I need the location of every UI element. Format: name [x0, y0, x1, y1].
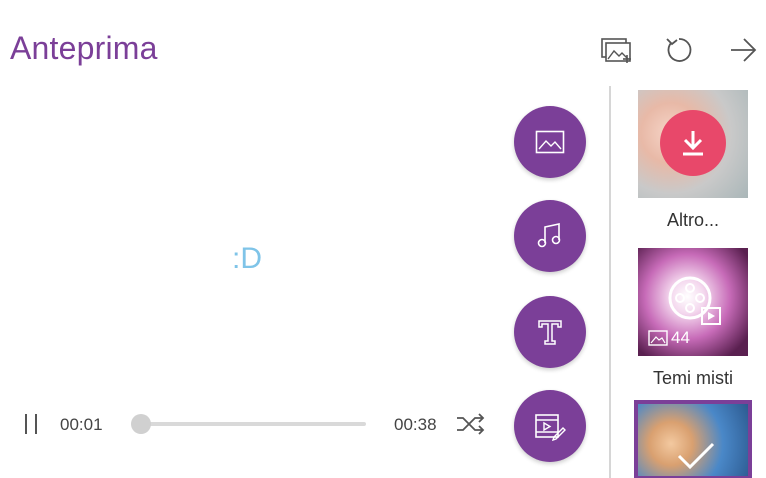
arrow-right-icon: [731, 38, 757, 62]
theme-item-selected[interactable]: [634, 400, 752, 478]
add-photo-icon: [601, 38, 631, 63]
photo-count-value: 44: [671, 328, 690, 347]
refresh-button[interactable]: [662, 34, 696, 66]
theme-item-temi-misti[interactable]: 44 Temi misti: [638, 248, 748, 389]
theme-thumbnail: 44: [638, 248, 748, 356]
video-edit-icon: [535, 414, 566, 441]
photo-icon: [648, 330, 668, 346]
add-music-button[interactable]: [514, 200, 586, 272]
download-button[interactable]: [660, 110, 726, 176]
page-title: Anteprima: [10, 30, 158, 66]
image-icon: [535, 130, 565, 154]
divider: [609, 86, 611, 478]
check-icon: [677, 442, 715, 470]
pause-button[interactable]: [18, 412, 44, 436]
pause-icon-bar: [35, 414, 37, 434]
photo-count: 44: [648, 328, 690, 348]
add-image-button[interactable]: [514, 106, 586, 178]
pause-icon: [25, 414, 27, 434]
shuffle-icon: [457, 413, 485, 435]
seek-thumb[interactable]: [130, 414, 151, 434]
download-icon: [683, 131, 703, 156]
shuffle-button[interactable]: [454, 410, 488, 438]
video-player-controls: 00:01 00:38: [18, 408, 498, 440]
add-photo-button[interactable]: [600, 34, 634, 66]
refresh-icon: [666, 38, 692, 62]
text-icon: [538, 320, 562, 345]
edit-video-button[interactable]: [514, 390, 586, 462]
theme-thumbnail: [634, 400, 752, 478]
film-reel: [664, 268, 724, 328]
theme-label: Temi misti: [653, 368, 733, 388]
theme-thumbnail: [638, 90, 748, 198]
seek-bar[interactable]: [130, 414, 366, 434]
theme-item-altro[interactable]: Altro...: [638, 90, 748, 231]
preview-text: :D: [232, 242, 262, 275]
film-reel-icon: [668, 276, 721, 325]
music-icon: [537, 223, 561, 248]
current-time: 00:01: [60, 415, 103, 434]
next-button[interactable]: [726, 34, 760, 66]
theme-label: Altro...: [666, 210, 719, 230]
total-time: 00:38: [394, 415, 437, 434]
add-text-button[interactable]: [514, 296, 586, 368]
